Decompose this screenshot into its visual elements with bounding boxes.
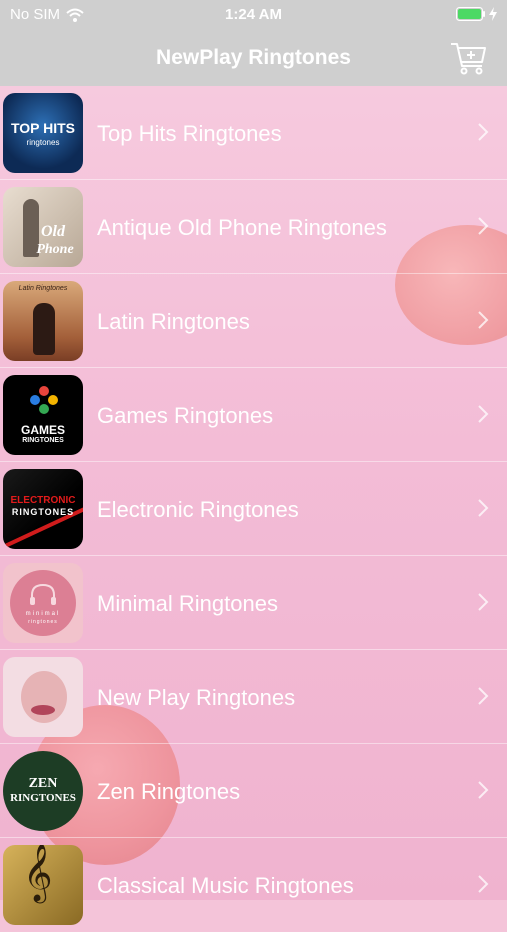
list-item[interactable]: ZEN RINGTONES Zen Ringtones	[0, 744, 507, 838]
nav-bar: NewPlay Ringtones	[0, 30, 507, 86]
item-label: Zen Ringtones	[97, 779, 241, 804]
games-thumbnail: GAMES RINGTONES	[3, 375, 83, 455]
battery-icon	[456, 7, 485, 21]
item-label: Latin Ringtones	[97, 309, 250, 334]
thumb-subtitle: Phone	[36, 242, 74, 257]
chevron-right-icon	[478, 499, 489, 517]
battery-indicator	[456, 7, 497, 21]
list-item[interactable]: 𝄞 Classical Music Ringtones	[0, 838, 507, 932]
item-label: Games Ringtones	[97, 403, 274, 428]
classical-thumbnail: 𝄞	[3, 845, 83, 925]
list-item[interactable]: Old Phone Antique Old Phone Ringtones	[0, 180, 507, 274]
chevron-right-icon	[478, 687, 489, 705]
list-item[interactable]: minimal ringtones Minimal Ringtones	[0, 556, 507, 650]
zen-thumbnail: ZEN RINGTONES	[3, 751, 83, 831]
ringtone-category-list: TOP HITS ringtones Top Hits Ringtones Ol…	[0, 86, 507, 925]
thumb-title: GAMES	[20, 423, 65, 437]
item-label: Antique Old Phone Ringtones	[97, 215, 387, 240]
dancers-shape	[33, 303, 55, 355]
game-pad-icon	[30, 386, 58, 414]
thumb-title: minimal	[25, 611, 61, 617]
item-label: Minimal Ringtones	[97, 591, 278, 616]
page-title: NewPlay Ringtones	[156, 46, 351, 69]
chevron-right-icon	[478, 217, 489, 235]
face-shape	[21, 671, 67, 723]
electronic-thumbnail: ELECTRONIC RINGTONES	[3, 469, 83, 549]
old-phone-thumbnail: Old Phone	[3, 187, 83, 267]
thumb-title: TOP HITS	[10, 120, 76, 136]
thumb-title: ZEN	[28, 776, 58, 791]
cart-plus-icon[interactable]	[449, 38, 489, 78]
list-item[interactable]: Latin Ringtones Latin Ringtones	[0, 274, 507, 368]
chevron-right-icon	[478, 405, 489, 423]
list-item[interactable]: New Play Ringtones	[0, 650, 507, 744]
thumb-subtitle: RINGTONES	[11, 507, 75, 517]
list-item[interactable]: TOP HITS ringtones Top Hits Ringtones	[0, 86, 507, 180]
thumb-subtitle: RINGTONES	[10, 792, 76, 804]
latin-thumbnail: Latin Ringtones	[3, 281, 83, 361]
item-label: Classical Music Ringtones	[97, 873, 354, 898]
item-label: Top Hits Ringtones	[97, 121, 282, 146]
chevron-right-icon	[478, 875, 489, 893]
chevron-right-icon	[478, 593, 489, 611]
item-label: Electronic Ringtones	[97, 497, 299, 522]
minimal-thumbnail: minimal ringtones	[3, 563, 83, 643]
list-item[interactable]: ELECTRONIC RINGTONES Electronic Ringtone…	[0, 462, 507, 556]
thumb-title: Old	[41, 223, 65, 240]
chevron-right-icon	[478, 123, 489, 141]
status-time: 1:24 AM	[225, 6, 282, 23]
list-item[interactable]: GAMES RINGTONES Games Ringtones	[0, 368, 507, 462]
thumb-subtitle: ringtones	[28, 619, 58, 625]
chevron-right-icon	[478, 311, 489, 329]
thumb-title: ELECTRONIC	[10, 495, 76, 506]
status-bar: No SIM 1:24 AM	[0, 0, 507, 30]
new-play-thumbnail	[3, 657, 83, 737]
top-hits-thumbnail: TOP HITS ringtones	[3, 93, 83, 173]
thumb-subtitle: RINGTONES	[22, 437, 64, 444]
thumb-subtitle: ringtones	[26, 138, 60, 147]
charging-icon	[489, 7, 497, 21]
item-label: New Play Ringtones	[97, 685, 296, 710]
chevron-right-icon	[478, 781, 489, 799]
headphones-icon	[30, 583, 56, 605]
lips-shape	[31, 705, 55, 715]
thumb-title: Latin Ringtones	[18, 285, 68, 292]
treble-clef-icon: 𝄞	[23, 845, 53, 901]
